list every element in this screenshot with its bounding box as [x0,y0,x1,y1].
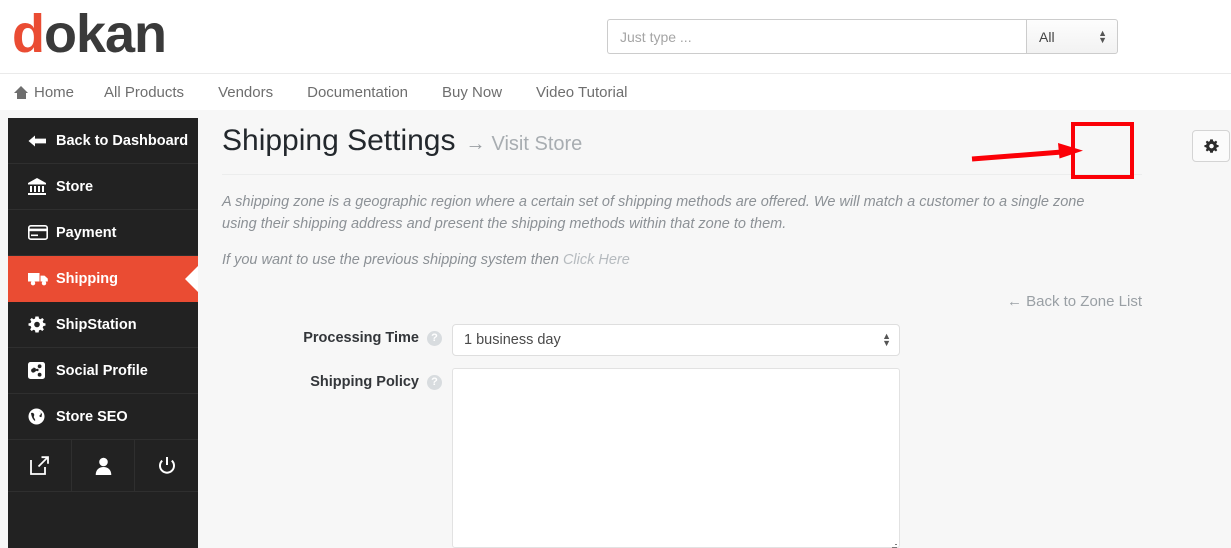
page-title: Shipping Settings [222,124,456,158]
shipping-zone-description: A shipping zone is a geographic region w… [222,191,1122,235]
sidebar-label-store: Store [56,179,93,195]
gear-icon [28,316,56,334]
shipping-policy-label-group: Shipping Policy ? [222,368,452,390]
search-bar: All ▲▼ [607,19,1118,54]
sidebar-bottom-actions [8,440,198,492]
main-navigation: Home All Products Vendors Documentation … [0,73,1231,110]
sidebar-label-payment: Payment [56,225,116,241]
sidebar-label-shipstation: ShipStation [56,317,137,333]
main-content: Shipping Settings → Visit Store A shipping… [198,110,1231,548]
site-logo[interactable]: dokan [12,3,166,65]
credit-card-icon [28,225,56,240]
processing-time-value: 1 business day [464,332,561,348]
search-scope-select[interactable]: All ▲▼ [1026,19,1118,54]
shipping-policy-textarea[interactable] [452,368,900,548]
gear-icon [1204,139,1219,154]
power-icon[interactable] [135,440,198,491]
search-scope-value: All [1039,29,1055,45]
back-to-zone-list-link[interactable]: ← Back to Zone List [222,293,1142,310]
chevron-updown-icon: ▲▼ [1098,30,1107,44]
nav-label-home: Home [34,84,74,101]
sidebar-item-shipstation[interactable]: ShipStation [8,302,198,348]
visit-store-link[interactable]: Visit Store [492,133,583,155]
processing-time-row: Processing Time ? 1 business day ▲▼ [222,324,1231,356]
nav-item-vendors[interactable]: Vendors [218,84,273,101]
sidebar-label-back-to-dashboard: Back to Dashboard [56,133,188,149]
help-icon[interactable]: ? [427,375,442,390]
shipping-policy-row: Shipping Policy ? [222,368,1231,548]
page-body: Back to Dashboard Store Payment Shipping [0,110,1231,548]
home-icon [14,86,28,99]
external-link-icon[interactable] [8,440,72,491]
chevron-updown-icon: ▲▼ [882,333,891,347]
nav-item-home[interactable]: Home [14,84,74,101]
sidebar-item-social-profile[interactable]: Social Profile [8,348,198,394]
arrow-left-icon [28,134,56,148]
help-icon[interactable]: ? [427,331,442,346]
truck-icon [28,271,56,286]
shipping-policy-field-wrap [452,368,900,548]
logo-text-rest: okan [44,4,166,64]
globe-icon [28,408,56,425]
sidebar-label-store-seo: Store SEO [56,409,128,425]
nav-item-documentation[interactable]: Documentation [307,84,408,101]
dokan-shipping-settings-page: dokan All ▲▼ Home All Products Vendors D… [0,0,1231,548]
processing-time-select[interactable]: 1 business day ▲▼ [452,324,900,356]
title-arrow-icon: → [466,133,486,155]
sidebar-item-store-seo[interactable]: Store SEO [8,394,198,440]
sidebar-item-payment[interactable]: Payment [8,210,198,256]
shipping-policy-label: Shipping Policy [310,374,419,390]
settings-gear-button[interactable] [1192,130,1230,162]
sidebar-item-shipping[interactable]: Shipping [8,256,198,302]
sidebar-label-shipping: Shipping [56,271,118,287]
share-icon [28,362,56,379]
page-header: Shipping Settings → Visit Store [222,124,1142,175]
settings-sidebar: Back to Dashboard Store Payment Shipping [8,118,198,548]
sidebar-label-social-profile: Social Profile [56,363,148,379]
bank-icon [28,178,56,195]
nav-item-video-tutorial[interactable]: Video Tutorial [536,84,627,101]
search-input[interactable] [607,19,1026,54]
nav-item-buy-now[interactable]: Buy Now [442,84,502,101]
processing-time-label: Processing Time [303,330,419,346]
previous-system-note: If you want to use the previous shipping… [222,249,1122,271]
processing-time-label-group: Processing Time ? [222,324,452,346]
logo-letter-d: d [12,4,44,64]
previous-system-text: If you want to use the previous shipping… [222,252,563,268]
click-here-link[interactable]: Click Here [563,252,630,268]
top-header: dokan All ▲▼ [0,0,1231,73]
nav-item-all-products[interactable]: All Products [104,84,184,101]
sidebar-item-store[interactable]: Store [8,164,198,210]
user-icon[interactable] [72,440,136,491]
sidebar-item-back-to-dashboard[interactable]: Back to Dashboard [8,118,198,164]
